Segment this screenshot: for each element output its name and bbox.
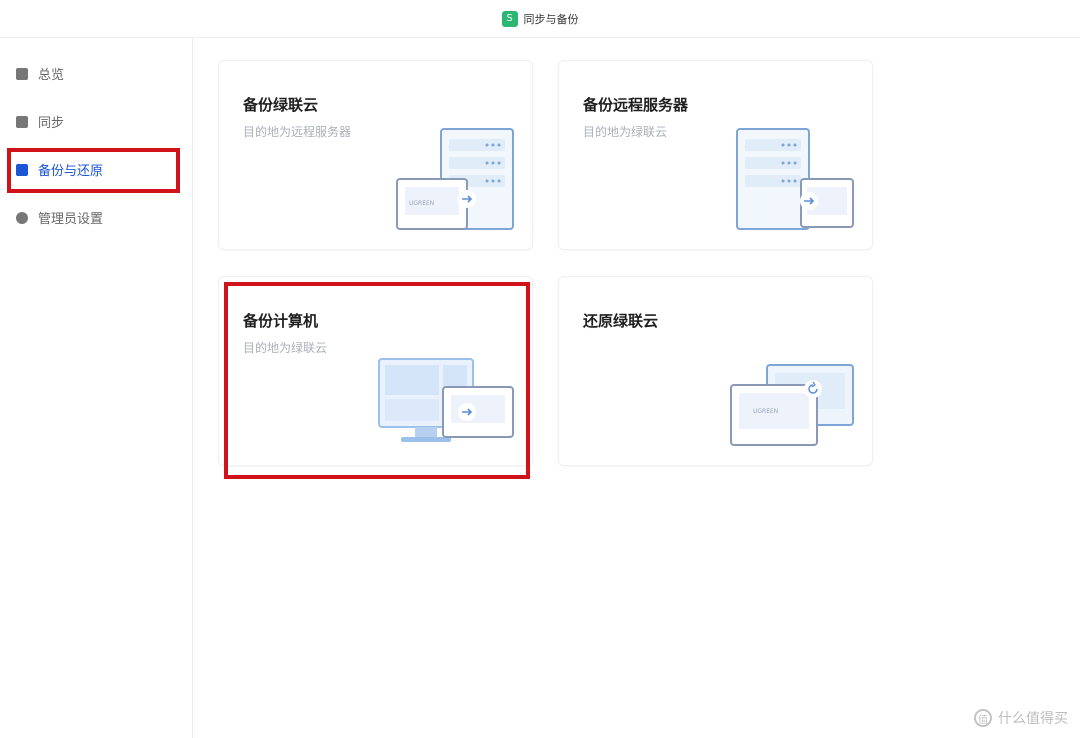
card-title: 备份绿联云 (243, 96, 319, 114)
sidebar-item-label: 同步 (38, 116, 65, 131)
card-title: 备份计算机 (243, 312, 319, 330)
server-illustration (736, 128, 854, 230)
card-backup-computer[interactable]: 备份计算机 目的地为绿联云 (218, 276, 533, 466)
sidebar-item-label: 总览 (38, 68, 65, 83)
title-bar: S 同步与备份 (0, 0, 1080, 38)
sidebar: 总览 同步 备份与还原 管理员设置 (0, 38, 193, 738)
card-backup-remote-server[interactable]: 备份远程服务器 目的地为绿联云 (558, 60, 873, 250)
sidebar-item-label: 备份与还原 (38, 164, 104, 179)
device-label: UGREEN (753, 408, 778, 415)
gear-icon (16, 211, 28, 224)
card-title: 备份远程服务器 (583, 96, 689, 114)
sidebar-item-backup-restore[interactable]: 备份与还原 (16, 160, 103, 179)
sidebar-item-overview[interactable]: 总览 (16, 64, 64, 83)
sidebar-item-admin-settings[interactable]: 管理员设置 (16, 208, 103, 227)
card-title: 还原绿联云 (583, 312, 659, 330)
overview-icon (16, 67, 28, 80)
sidebar-item-label: 管理员设置 (38, 212, 104, 227)
card-subtitle: 目的地为绿联云 (243, 341, 328, 355)
app-icon: S (501, 10, 518, 27)
watermark-icon: 值 (974, 709, 992, 727)
card-subtitle: 目的地为绿联云 (583, 125, 668, 139)
card-subtitle: 目的地为远程服务器 (243, 125, 352, 139)
device-label: UGREEN (409, 200, 434, 207)
backup-restore-icon (16, 163, 28, 176)
watermark: 值 什么值得买 (974, 708, 1068, 728)
restore-illustration: UGREEN (730, 364, 854, 446)
card-restore-ugreen-cloud[interactable]: 还原绿联云 UGREEN (558, 276, 873, 466)
sidebar-item-sync[interactable]: 同步 (16, 112, 64, 131)
sync-icon (16, 115, 28, 128)
watermark-text: 什么值得买 (998, 711, 1068, 727)
server-illustration: UGREEN (396, 128, 514, 230)
app-title: 同步与备份 (523, 12, 579, 26)
card-backup-ugreen-cloud[interactable]: 备份绿联云 目的地为远程服务器 UGREEN (218, 60, 533, 250)
computer-illustration (378, 358, 514, 442)
